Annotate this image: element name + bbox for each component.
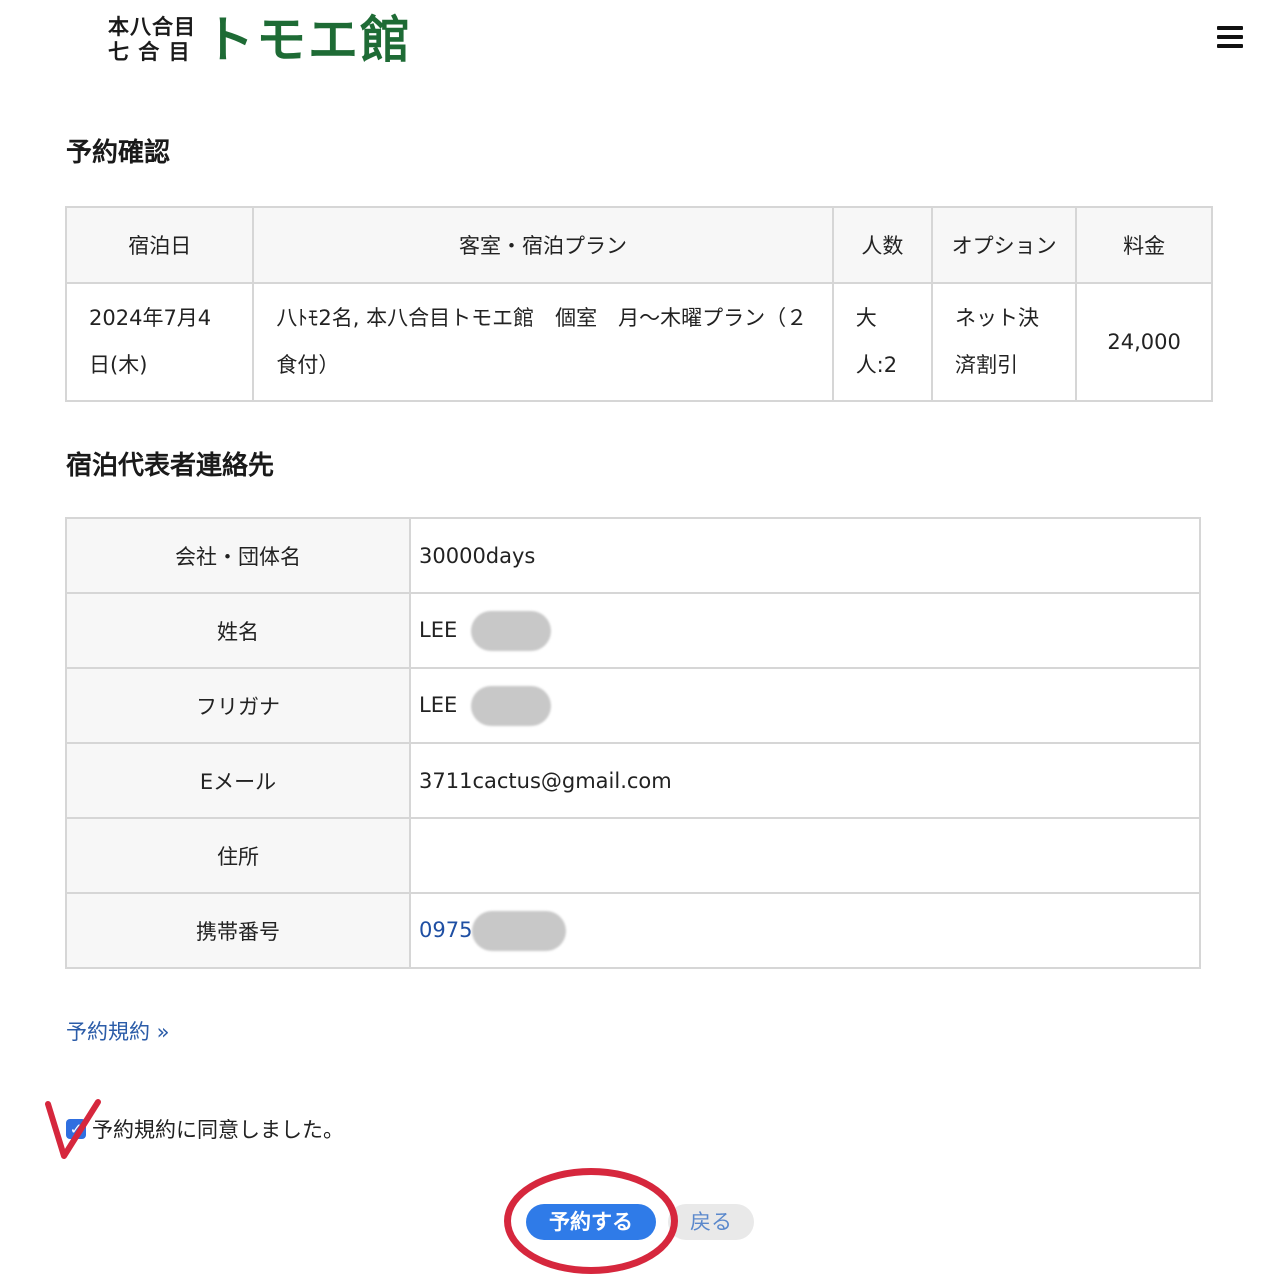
agree-label: 予約規約に同意しました。: [92, 1118, 344, 1142]
logo-line-2: 七 合 目: [108, 40, 191, 64]
res-option: ネット決済割引: [930, 282, 1078, 402]
agree-terms-row[interactable]: ✓ 予約規約に同意しました。: [66, 1114, 344, 1144]
col-price: 料金: [1075, 206, 1213, 284]
phone-cell: 0975: [409, 892, 1201, 969]
furigana-label: フリガナ: [65, 667, 411, 744]
res-plan: 八ﾄﾓ2名, 本八合目トモエ館 個室 月〜木曜プラン（２食付）: [252, 282, 834, 402]
name-label: 姓名: [65, 592, 411, 669]
furigana-cell: LEE: [409, 667, 1201, 744]
res-guests: 大人:2: [831, 282, 934, 402]
contact-row-furigana: フリガナ LEE: [65, 667, 1201, 744]
contact-row-address: 住所: [65, 817, 1201, 894]
phone-label: 携帯番号: [65, 892, 411, 969]
furigana-value: LEE: [419, 692, 458, 717]
email-value: 3711cactus@gmail.com: [409, 742, 1201, 819]
redaction-blur: [471, 610, 552, 651]
address-value: [409, 817, 1201, 894]
col-date: 宿泊日: [64, 206, 255, 284]
redaction-blur: [471, 685, 552, 726]
logo-subtitle: 本八合目 七 合 目: [108, 15, 196, 65]
address-label: 住所: [65, 817, 411, 894]
contact-table: 会社・団体名 30000days 姓名 LEE フリガナ LEE Eメール 37…: [65, 517, 1201, 969]
reservation-title: 予約確認: [66, 138, 171, 168]
back-button[interactable]: 戻る: [668, 1204, 754, 1240]
reservation-table: 宿泊日 客室・宿泊プラン 人数 オプション 料金 2024年7月4日(木) 八ﾄ…: [64, 206, 1213, 402]
contact-row-email: Eメール 3711cactus@gmail.com: [65, 742, 1201, 819]
col-plan: 客室・宿泊プラン: [252, 206, 834, 284]
reservation-row: 2024年7月4日(木) 八ﾄﾓ2名, 本八合目トモエ館 個室 月〜木曜プラン（…: [64, 282, 1213, 402]
terms-link[interactable]: 予約規約 »: [66, 1016, 170, 1046]
name-cell: LEE: [409, 592, 1201, 669]
agree-checkbox[interactable]: ✓: [66, 1119, 86, 1139]
contact-title: 宿泊代表者連絡先: [66, 451, 275, 481]
phone-link[interactable]: 0975: [419, 918, 472, 942]
hamburger-menu-icon[interactable]: [1217, 26, 1243, 48]
reserve-button[interactable]: 予約する: [526, 1204, 656, 1240]
contact-row-company: 会社・団体名 30000days: [65, 517, 1201, 594]
col-guests: 人数: [831, 206, 934, 284]
contact-row-name: 姓名 LEE: [65, 592, 1201, 669]
company-value: 30000days: [409, 517, 1201, 594]
res-price: 24,000: [1075, 282, 1213, 402]
logo-main-text: トモエ館: [204, 10, 412, 69]
site-logo[interactable]: 本八合目 七 合 目 トモエ館: [108, 10, 412, 70]
reservation-header-row: 宿泊日 客室・宿泊プラン 人数 オプション 料金: [64, 206, 1213, 284]
col-option: オプション: [930, 206, 1078, 284]
logo-line-1: 本八合目: [108, 15, 196, 39]
res-date: 2024年7月4日(木): [64, 282, 255, 402]
company-label: 会社・団体名: [65, 517, 411, 594]
email-label: Eメール: [65, 742, 411, 819]
redaction-blur: [472, 910, 567, 951]
contact-row-phone: 携帯番号 0975: [65, 892, 1201, 969]
name-value: LEE: [419, 617, 458, 642]
